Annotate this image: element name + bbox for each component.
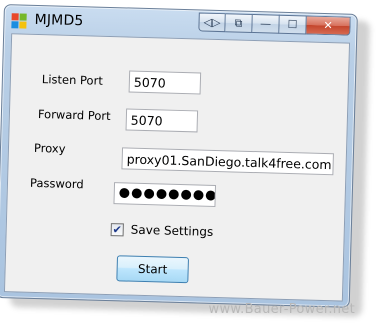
close-button[interactable]: ✕ — [306, 15, 351, 36]
caption-buttons: ◁▷ ⧉ — ☐ ✕ — [198, 12, 351, 36]
restore-icon: ⧉ — [234, 15, 243, 30]
navigate-button[interactable]: ◁▷ — [198, 12, 226, 33]
arrows-icon: ◁▷ — [203, 15, 221, 30]
checkmark-icon: ✔ — [112, 223, 123, 237]
start-button[interactable]: Start — [116, 255, 190, 284]
maximize-icon: ☐ — [287, 17, 298, 32]
watermark-text: www.Bauer-Power.net — [208, 302, 355, 317]
proxy-label: Proxy — [33, 140, 66, 156]
form-client-area: Listen Port 5070 Forward Port 5070 Proxy… — [3, 33, 351, 302]
forward-port-input[interactable]: 5070 — [125, 108, 199, 133]
listen-port-label: Listen Port — [41, 72, 104, 88]
minimize-button[interactable]: — — [252, 13, 280, 34]
maximize-button[interactable]: ☐ — [279, 14, 307, 35]
flip-window-button[interactable]: ⧉ — [225, 13, 253, 33]
proxy-input[interactable]: proxy01.SanDiego.talk4free.com — [121, 147, 334, 176]
password-input[interactable]: ●●●●●●●●●●●● — [113, 182, 217, 207]
forward-port-label: Forward Port — [37, 106, 111, 124]
windows-logo-icon — [11, 13, 27, 29]
listen-port-input[interactable]: 5070 — [128, 70, 202, 95]
close-icon: ✕ — [323, 18, 333, 33]
app-window: MJMD5 ◁▷ ⧉ — ☐ ✕ Listen Port 5070 Forwar… — [0, 4, 358, 308]
save-settings-label[interactable]: Save Settings — [131, 223, 214, 239]
window-title: MJMD5 — [34, 11, 84, 30]
minimize-icon: — — [259, 17, 272, 31]
save-settings-checkbox[interactable]: ✔ — [110, 223, 124, 237]
password-label: Password — [29, 175, 84, 192]
